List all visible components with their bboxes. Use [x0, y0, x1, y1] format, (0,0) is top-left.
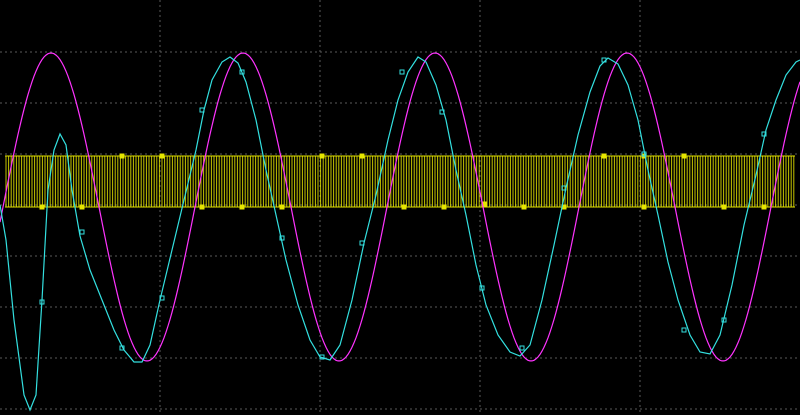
cyan-sample-marker [681, 327, 687, 333]
pulse-sample-marker [79, 204, 85, 210]
pulse-sample-marker [279, 204, 285, 210]
pulse-sample-marker [721, 204, 727, 210]
yellow-pulse-trace [5, 153, 795, 210]
pulse-sample-marker [761, 204, 767, 210]
pulse-sample-marker [401, 204, 407, 210]
oscilloscope-screen [0, 0, 800, 415]
pulse-sample-marker [521, 204, 527, 210]
pulse-sample-marker [239, 204, 245, 210]
pulse-sample-marker [39, 204, 45, 210]
pulse-sample-marker [441, 204, 447, 210]
pulse-sample-marker [641, 204, 647, 210]
cyan-sample-marker [79, 229, 85, 235]
cyan-sample-marker [399, 69, 405, 75]
pulse-sample-marker [199, 204, 205, 210]
pulse-sample-marker [319, 153, 325, 159]
pulse-sample-marker [159, 153, 165, 159]
pulse-sample-marker [681, 153, 687, 159]
pulse-sample-marker [601, 153, 607, 159]
pulse-sample-marker [119, 153, 125, 159]
pulse-sample-marker [359, 153, 365, 159]
cyan-sample-marker [519, 345, 525, 351]
waveform-display [0, 0, 800, 415]
pulse-edges [5, 156, 795, 207]
